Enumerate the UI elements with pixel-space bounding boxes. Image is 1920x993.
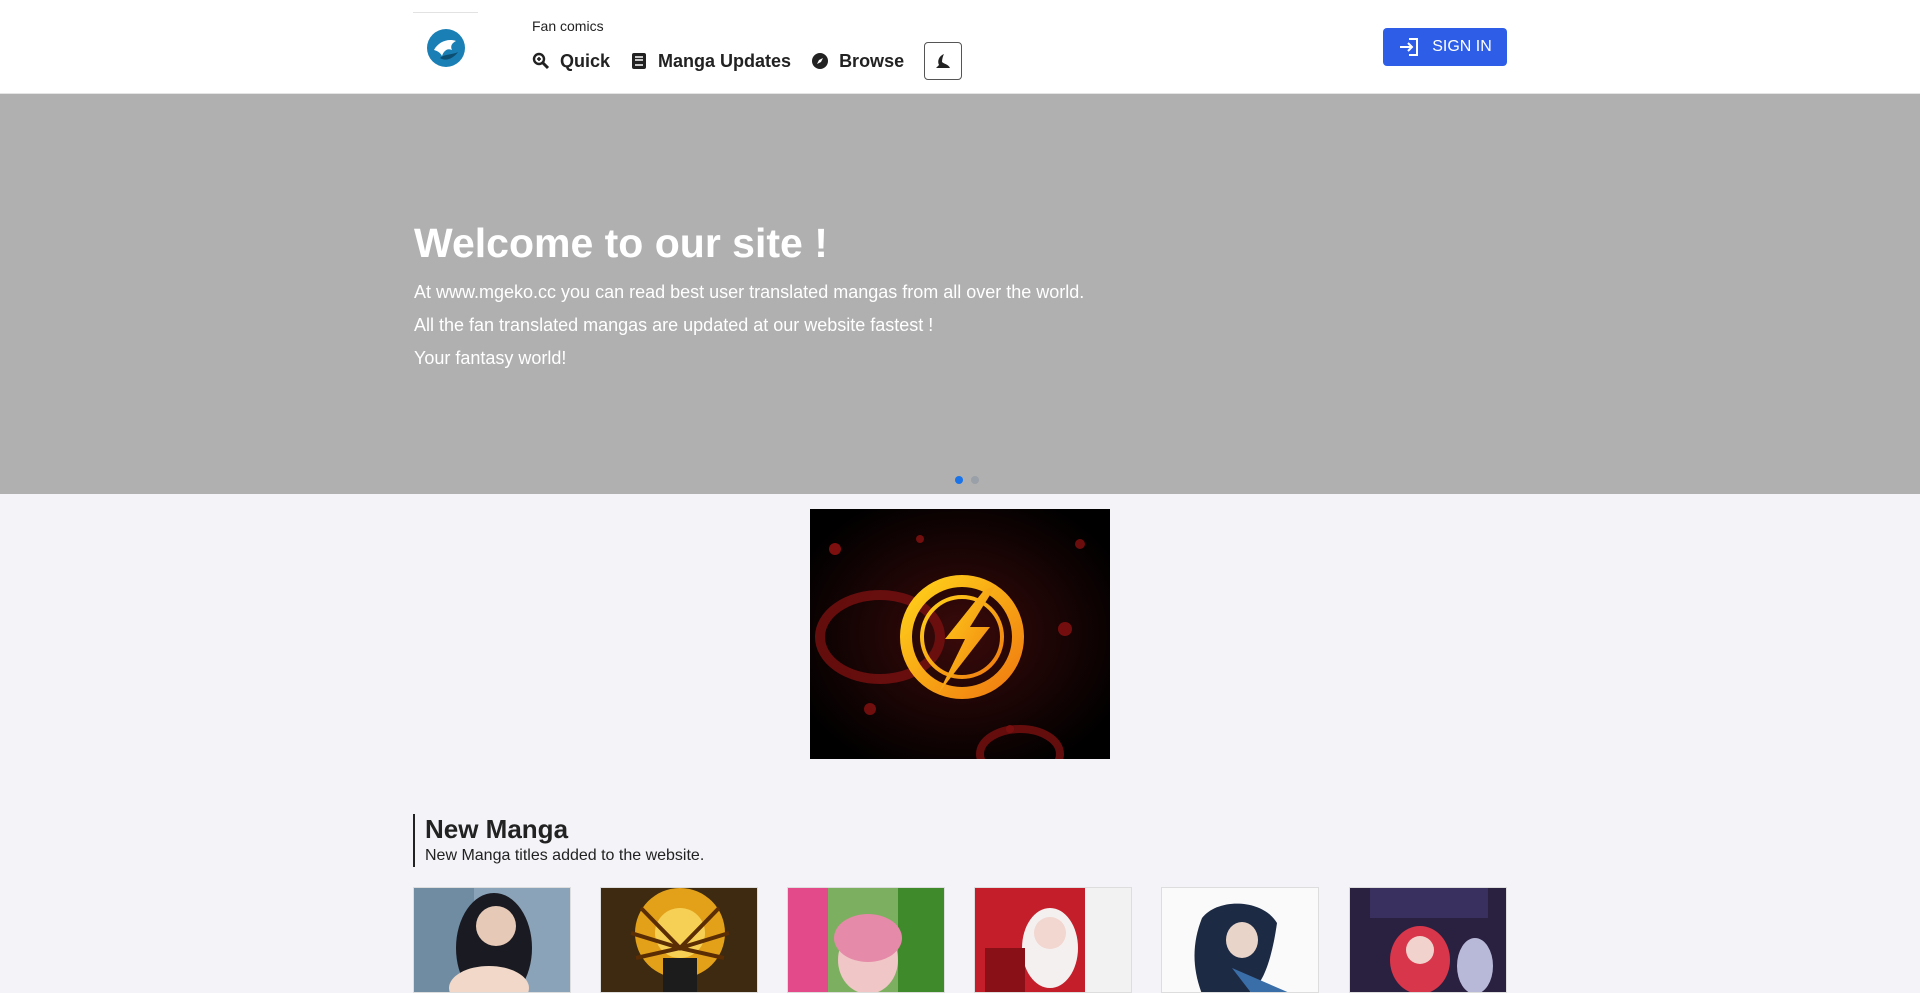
section-title: New Manga <box>425 814 569 844</box>
nav-manga-updates[interactable]: Manga Updates <box>630 51 791 72</box>
site-logo[interactable] <box>413 12 478 82</box>
carousel-dot-1[interactable] <box>955 476 963 484</box>
nav-browse[interactable]: Browse <box>811 51 904 72</box>
section-subtitle: New Manga titles added to the website. <box>425 847 705 864</box>
manga-cover-2[interactable] <box>600 887 758 993</box>
theme-toggle-button[interactable] <box>924 42 963 80</box>
manga-cover-3[interactable] <box>787 887 945 993</box>
compass-icon <box>811 52 829 70</box>
hero-line-2: All the fan translated mangas are update… <box>414 315 934 335</box>
logo-icon <box>426 28 465 67</box>
lightning-chip-image <box>810 509 1110 759</box>
manga-cover-1[interactable] <box>413 887 571 993</box>
moon-icon <box>936 54 951 68</box>
new-manga-heading: New Manga New Manga titles added to the … <box>413 814 704 867</box>
new-manga-list <box>413 887 1507 993</box>
site-header: Fan comics Quick Manga Updates Browse SI… <box>0 0 1920 94</box>
hero-title: Welcome to our site ! <box>414 220 828 266</box>
hero-line-1: At www.mgeko.cc you can read best user t… <box>414 282 1085 302</box>
carousel-dot-2[interactable] <box>971 476 979 484</box>
manga-cover-4[interactable] <box>974 887 1132 993</box>
sign-in-label: SIGN IN <box>1432 38 1492 55</box>
search-icon <box>532 52 550 70</box>
nav-manga-updates-label: Manga Updates <box>658 50 792 71</box>
nav-quick-label: Quick <box>560 50 611 71</box>
book-icon <box>630 52 648 70</box>
nav-quick[interactable]: Quick <box>532 51 610 72</box>
manga-cover-5[interactable] <box>1161 887 1319 993</box>
main-nav: Quick Manga Updates Browse <box>532 42 963 80</box>
site-tagline: Fan comics <box>532 18 604 34</box>
advertisement-banner[interactable] <box>810 509 1110 759</box>
nav-browse-label: Browse <box>839 50 905 71</box>
login-icon <box>1400 38 1419 56</box>
carousel-indicators <box>955 476 987 484</box>
sign-in-button[interactable]: SIGN IN <box>1383 28 1507 66</box>
hero-line-3: Your fantasy world! <box>414 348 567 368</box>
hero-banner: Welcome to our site ! At www.mgeko.cc yo… <box>0 94 1920 494</box>
manga-cover-6[interactable] <box>1349 887 1507 993</box>
